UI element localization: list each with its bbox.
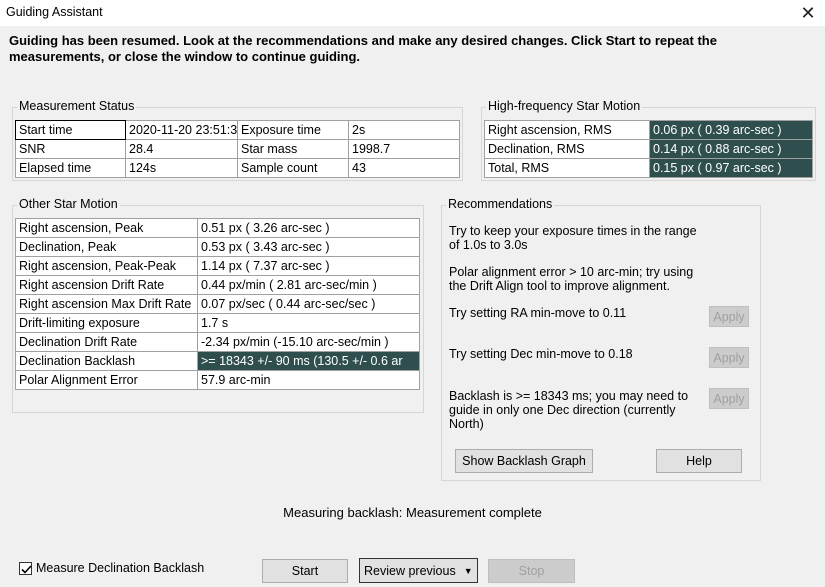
table-row: Start time 2020-11-20 23:51:3 Exposure t… [15, 120, 460, 140]
table-row: Drift-limiting exposure 1.7 s [15, 313, 420, 333]
checkbox-box[interactable] [19, 561, 32, 575]
recommendations-title: Recommendations [446, 197, 555, 211]
table-cell[interactable]: Start time [15, 120, 126, 140]
window-title: Guiding Assistant [6, 5, 103, 19]
rec-polar: Polar alignment error > 10 arc-min; try … [449, 265, 694, 293]
title-bar: Guiding Assistant ✕ [0, 0, 825, 26]
table-cell[interactable]: SNR [15, 139, 126, 159]
table-cell[interactable]: Declination, RMS [484, 139, 650, 159]
table-row: Declination Backlash >= 18343 +/- 90 ms … [15, 351, 420, 371]
table-cell[interactable]: 1.14 px ( 7.37 arc-sec ) [197, 256, 420, 276]
help-button[interactable]: Help [656, 449, 742, 473]
table-cell[interactable]: Right ascension Max Drift Rate [15, 294, 198, 314]
table-cell[interactable]: 1.7 s [197, 313, 420, 333]
apply-backlash-button[interactable]: Apply [709, 388, 749, 409]
table-row: Declination, RMS 0.14 px ( 0.88 arc-sec … [484, 139, 813, 159]
table-cell[interactable]: Sample count [237, 158, 349, 178]
rec-backlash: Backlash is >= 18343 ms; you may need to… [449, 389, 689, 431]
table-cell[interactable]: Polar Alignment Error [15, 370, 198, 390]
table-cell[interactable]: 57.9 arc-min [197, 370, 420, 390]
other-motion-table: Right ascension, Peak 0.51 px ( 3.26 arc… [15, 218, 420, 390]
table-cell[interactable]: Star mass [237, 139, 349, 159]
table-cell[interactable]: -2.34 px/min (-15.10 arc-sec/min ) [197, 332, 420, 352]
table-cell[interactable]: Exposure time [237, 120, 349, 140]
rec-exposure: Try to keep your exposure times in the r… [449, 224, 697, 252]
apply-dec-button[interactable]: Apply [709, 347, 749, 368]
table-cell[interactable]: Total, RMS [484, 158, 650, 178]
table-cell[interactable]: Drift-limiting exposure [15, 313, 198, 333]
table-cell[interactable]: 2020-11-20 23:51:3 [125, 120, 238, 140]
table-cell[interactable]: 43 [348, 158, 460, 178]
table-row: Right ascension, Peak-Peak 1.14 px ( 7.3… [15, 256, 420, 276]
measurement-status-title: Measurement Status [17, 99, 137, 113]
show-backlash-graph-button[interactable]: Show Backlash Graph [455, 449, 593, 473]
status-text: Measuring backlash: Measurement complete [283, 505, 542, 520]
checkmark-icon [21, 564, 32, 574]
table-cell[interactable]: 1998.7 [348, 139, 460, 159]
table-row: Polar Alignment Error 57.9 arc-min [15, 370, 420, 390]
other-motion-title: Other Star Motion [17, 197, 120, 211]
table-cell[interactable]: 0.06 px ( 0.39 arc-sec ) [649, 120, 813, 140]
start-button[interactable]: Start [262, 559, 348, 583]
table-cell[interactable]: 0.53 px ( 3.43 arc-sec ) [197, 237, 420, 257]
table-row: Elapsed time 124s Sample count 43 [15, 158, 460, 178]
stop-button[interactable]: Stop [488, 559, 575, 583]
close-icon[interactable]: ✕ [791, 0, 825, 26]
table-cell[interactable]: Right ascension Drift Rate [15, 275, 198, 295]
table-cell[interactable]: Declination Backlash [15, 351, 198, 371]
table-row: Right ascension, Peak 0.51 px ( 3.26 arc… [15, 218, 420, 238]
table-cell[interactable]: >= 18343 +/- 90 ms (130.5 +/- 0.6 ar [197, 351, 420, 371]
table-cell[interactable]: 2s [348, 120, 460, 140]
table-row: Total, RMS 0.15 px ( 0.97 arc-sec ) [484, 158, 813, 178]
checkbox-label: Measure Declination Backlash [36, 561, 205, 575]
table-row: Declination Drift Rate -2.34 px/min (-15… [15, 332, 420, 352]
table-cell[interactable]: 0.44 px/min ( 2.81 arc-sec/min ) [197, 275, 420, 295]
table-cell[interactable]: 0.14 px ( 0.88 arc-sec ) [649, 139, 813, 159]
table-cell[interactable]: 0.51 px ( 3.26 arc-sec ) [197, 218, 420, 238]
table-row: Right ascension Drift Rate 0.44 px/min (… [15, 275, 420, 295]
intro-message: Guiding has been resumed. Look at the re… [9, 33, 717, 64]
table-cell[interactable]: Elapsed time [15, 158, 126, 178]
table-row: Declination, Peak 0.53 px ( 3.43 arc-sec… [15, 237, 420, 257]
measure-dec-backlash-checkbox[interactable]: Measure Declination Backlash [19, 561, 204, 575]
hf-motion-group: High-frequency Star Motion Right ascensi… [481, 99, 816, 181]
table-row: SNR 28.4 Star mass 1998.7 [15, 139, 460, 159]
rec-dec-minmove: Try setting Dec min-move to 0.18 [449, 347, 633, 361]
measurement-status-group: Measurement Status Start time 2020-11-20… [12, 99, 463, 181]
table-cell[interactable]: 0.07 px/sec ( 0.44 arc-sec/sec ) [197, 294, 420, 314]
rec-ra-minmove: Try setting RA min-move to 0.11 [449, 306, 627, 320]
hf-motion-table: Right ascension, RMS 0.06 px ( 0.39 arc-… [484, 120, 813, 178]
table-cell[interactable]: Right ascension, Peak-Peak [15, 256, 198, 276]
measurement-status-table: Start time 2020-11-20 23:51:3 Exposure t… [15, 120, 460, 178]
other-motion-group: Other Star Motion Right ascension, Peak … [12, 197, 424, 413]
hf-motion-title: High-frequency Star Motion [486, 99, 643, 113]
review-previous-label: Review previous [364, 563, 456, 578]
table-cell[interactable]: Right ascension, Peak [15, 218, 198, 238]
table-cell[interactable]: Right ascension, RMS [484, 120, 650, 140]
table-cell[interactable]: 28.4 [125, 139, 238, 159]
apply-ra-button[interactable]: Apply [709, 306, 749, 327]
chevron-down-icon: ▼ [463, 565, 473, 576]
table-cell[interactable]: Declination, Peak [15, 237, 198, 257]
table-cell[interactable]: 0.15 px ( 0.97 arc-sec ) [649, 158, 813, 178]
table-cell[interactable]: Declination Drift Rate [15, 332, 198, 352]
review-previous-dropdown[interactable]: Review previous ▼ [359, 558, 478, 583]
table-row: Right ascension Max Drift Rate 0.07 px/s… [15, 294, 420, 314]
table-cell[interactable]: 124s [125, 158, 238, 178]
table-row: Right ascension, RMS 0.06 px ( 0.39 arc-… [484, 120, 813, 140]
